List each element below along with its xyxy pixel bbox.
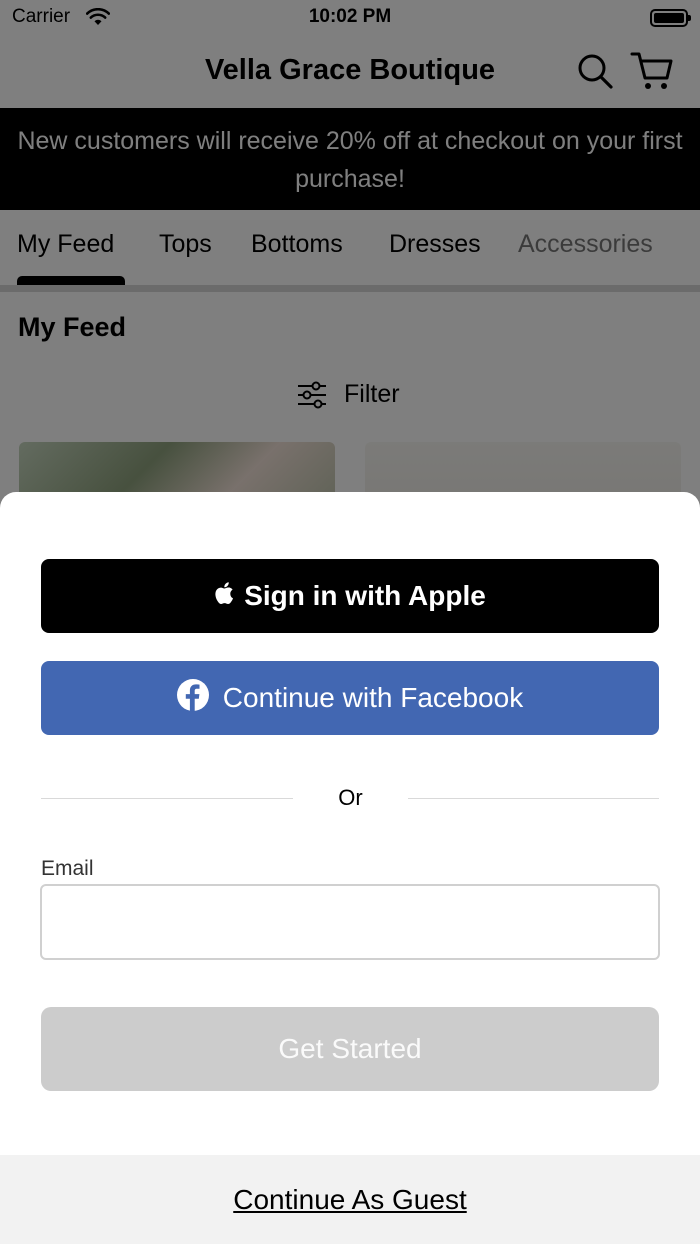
email-label: Email bbox=[41, 857, 94, 880]
divider-line bbox=[41, 798, 293, 799]
or-divider: Or bbox=[338, 785, 363, 810]
continue-with-facebook-button[interactable]: Continue with Facebook bbox=[41, 661, 659, 735]
facebook-logo-icon bbox=[176, 678, 209, 718]
apple-button-label: Sign in with Apple bbox=[244, 580, 486, 611]
email-field[interactable] bbox=[40, 884, 660, 960]
get-started-button[interactable]: Get Started bbox=[41, 1007, 659, 1091]
divider-line bbox=[408, 798, 659, 799]
continue-as-guest-link[interactable]: Continue As Guest bbox=[233, 1184, 466, 1216]
sign-in-sheet: Sign in with Apple Continue with Faceboo… bbox=[0, 492, 700, 1244]
guest-bar: Continue As Guest bbox=[0, 1155, 700, 1244]
facebook-button-label: Continue with Facebook bbox=[222, 682, 524, 713]
apple-logo-icon bbox=[214, 580, 234, 612]
sign-in-with-apple-button[interactable]: Sign in with Apple bbox=[41, 559, 659, 633]
